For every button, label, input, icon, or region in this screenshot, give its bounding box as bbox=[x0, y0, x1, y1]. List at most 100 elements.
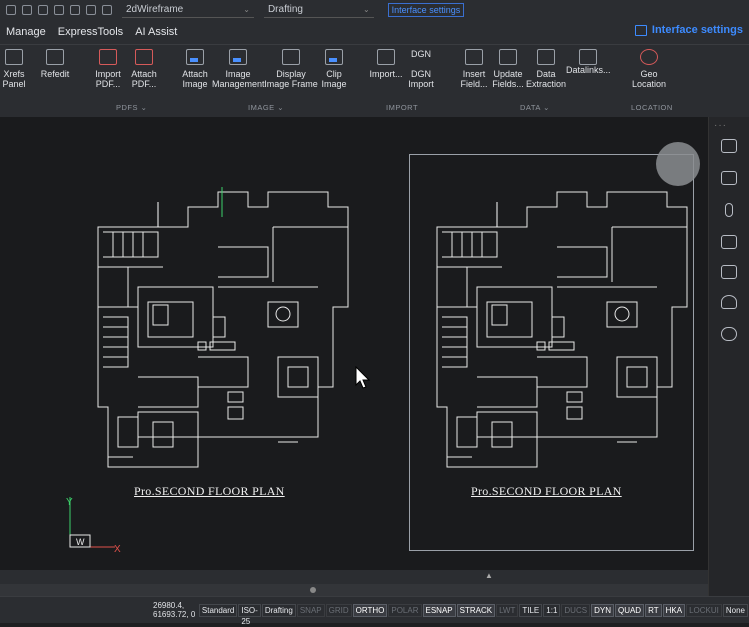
display-image-frame-button[interactable]: Display Image Frame bbox=[264, 49, 318, 89]
update-fields-icon bbox=[499, 49, 517, 65]
tab-expresstools[interactable]: ExpressTools bbox=[52, 26, 129, 38]
grid-view-icon[interactable] bbox=[721, 265, 737, 279]
interface-settings-link[interactable]: Interface settings bbox=[387, 3, 465, 17]
insert-field-icon bbox=[465, 49, 483, 65]
status-toggle-hka[interactable]: HKA bbox=[662, 603, 686, 617]
button-label: Xrefs bbox=[3, 69, 25, 79]
attach-pdf-button[interactable]: Attach PDF... bbox=[126, 49, 162, 89]
geo-location-button[interactable]: Geo Location bbox=[628, 49, 670, 89]
qat-icon[interactable] bbox=[70, 5, 80, 15]
qat-icon[interactable] bbox=[38, 5, 48, 15]
update-fields-button[interactable]: Update Fields... bbox=[490, 49, 526, 89]
status-toggle-grid[interactable]: GRID bbox=[325, 603, 352, 617]
qat-icon[interactable] bbox=[86, 5, 96, 15]
layers-icon[interactable] bbox=[721, 171, 737, 185]
button-label: Clip bbox=[326, 69, 342, 79]
button-label: Extraction bbox=[526, 79, 567, 89]
button-label: Field... bbox=[460, 79, 488, 89]
button-label: Datalinks... bbox=[566, 65, 611, 75]
image-management-button[interactable]: Image Management bbox=[212, 49, 265, 89]
status-toggle-lockui[interactable]: LOCKUI bbox=[686, 603, 722, 617]
status-toggle-strack[interactable]: STRACK bbox=[456, 603, 496, 617]
status-toggle-drafting[interactable]: Drafting bbox=[261, 603, 296, 617]
quick-access-toolbar: 2dWireframe ⌄ Drafting ⌄ Interface setting… bbox=[0, 0, 749, 20]
workspace-value: 2dWireframe bbox=[126, 4, 184, 15]
status-toggle-esnap[interactable]: ESNAP bbox=[422, 603, 456, 617]
button-label: Attach bbox=[182, 69, 208, 79]
tab-manage[interactable]: Manage bbox=[0, 26, 52, 38]
clip-image-button[interactable]: Clip Image bbox=[318, 49, 350, 89]
datalinks-button[interactable]: Datalinks... bbox=[566, 49, 611, 75]
lightbulb-icon[interactable] bbox=[721, 295, 737, 309]
status-toggle-rt[interactable]: RT bbox=[645, 603, 662, 617]
dgn-import-button[interactable]: DGN DGN Import bbox=[404, 49, 438, 89]
tool-palette-icon[interactable] bbox=[721, 235, 737, 249]
button-label: PDF... bbox=[131, 79, 157, 89]
refedit-icon bbox=[46, 49, 64, 65]
scroll-up-icon[interactable]: ▲ bbox=[485, 571, 493, 580]
status-toggle-none[interactable]: None bbox=[722, 603, 748, 617]
status-toggle-ducs[interactable]: DUCS bbox=[561, 603, 591, 617]
geo-location-icon bbox=[640, 49, 658, 65]
qat-icon[interactable] bbox=[22, 5, 32, 15]
ribbon-tabs: Manage ExpressTools AI Assist Interface … bbox=[0, 20, 749, 44]
attachment-icon[interactable] bbox=[725, 203, 733, 217]
ucs-x-label: X bbox=[114, 544, 121, 555]
right-side-toolbar bbox=[708, 117, 749, 597]
workspace-dropdown[interactable]: 2dWireframe ⌄ bbox=[122, 3, 254, 18]
image-frame-icon bbox=[282, 49, 300, 65]
more-options-icon[interactable]: ··· bbox=[714, 120, 727, 131]
group-label-data[interactable]: DATA ⌄ bbox=[520, 103, 550, 112]
qat-icon[interactable] bbox=[54, 5, 64, 15]
tab-ai-assist[interactable]: AI Assist bbox=[129, 26, 183, 38]
qat-icon[interactable] bbox=[102, 5, 112, 15]
group-label: DATA bbox=[520, 103, 541, 112]
import-pdf-button[interactable]: Import PDF... bbox=[90, 49, 126, 89]
insert-field-button[interactable]: Insert Field... bbox=[458, 49, 490, 89]
status-toggle-snap[interactable]: SNAP bbox=[296, 603, 325, 617]
button-label: Image Frame bbox=[264, 79, 318, 89]
button-label: Attach bbox=[131, 69, 157, 79]
group-label-image[interactable]: IMAGE ⌄ bbox=[248, 103, 284, 112]
button-label: Image bbox=[182, 79, 208, 89]
status-toggle-standard[interactable]: Standard bbox=[198, 603, 238, 617]
interface-settings-button[interactable]: Interface settings bbox=[634, 24, 743, 36]
button-label: Update bbox=[493, 69, 523, 79]
status-toggle-ortho[interactable]: ORTHO bbox=[352, 603, 388, 617]
pdf-attach-icon bbox=[135, 49, 153, 65]
group-label: PDFS bbox=[116, 103, 139, 112]
status-toggle-lwt[interactable]: LWT bbox=[496, 603, 519, 617]
layout-tabs-bar[interactable] bbox=[0, 584, 708, 596]
properties-icon[interactable] bbox=[721, 139, 737, 153]
qat-icon[interactable] bbox=[6, 5, 16, 15]
style-dropdown[interactable]: Drafting ⌄ bbox=[263, 3, 374, 18]
refedit-button[interactable]: Refedit bbox=[38, 49, 72, 79]
pdf-import-icon bbox=[99, 49, 117, 65]
interface-settings-label: Interface settings bbox=[651, 24, 743, 36]
button-label: PDF... bbox=[95, 79, 121, 89]
cloud-icon[interactable] bbox=[721, 327, 737, 341]
horizontal-scrollbar[interactable]: ▲ bbox=[0, 570, 708, 584]
group-label-pdfs[interactable]: PDFS ⌄ bbox=[116, 103, 147, 112]
import-button[interactable]: Import... bbox=[368, 49, 404, 79]
xrefs-panel-button[interactable]: Xrefs Panel bbox=[0, 49, 34, 89]
group-label: IMAGE bbox=[248, 103, 275, 112]
style-value: Drafting bbox=[267, 4, 303, 15]
button-label: Management bbox=[212, 79, 265, 89]
mouse-cursor-icon bbox=[355, 366, 371, 389]
status-toggle-11[interactable]: 1:1 bbox=[543, 603, 561, 617]
scroll-thumb[interactable] bbox=[310, 587, 316, 593]
status-toggle-quad[interactable]: QUAD bbox=[614, 603, 645, 617]
status-toggle-dyn[interactable]: DYN bbox=[591, 603, 614, 617]
data-extraction-button[interactable]: Data Extraction bbox=[526, 49, 566, 89]
button-label: Image bbox=[225, 69, 251, 79]
status-toggle-iso25[interactable]: ISO-25 bbox=[238, 603, 261, 626]
ucs-y-label: Y bbox=[66, 497, 73, 508]
attach-image-button[interactable]: Attach Image bbox=[178, 49, 212, 89]
plan-title-left: Pro.SECOND FLOOR PLAN bbox=[134, 484, 285, 498]
status-toggle-tile[interactable]: TILE bbox=[519, 603, 543, 617]
navigation-wheel[interactable] bbox=[656, 142, 700, 186]
button-label: Location bbox=[631, 79, 667, 89]
status-toggle-polar[interactable]: POLAR bbox=[388, 603, 422, 617]
image-attach-icon bbox=[186, 49, 204, 65]
